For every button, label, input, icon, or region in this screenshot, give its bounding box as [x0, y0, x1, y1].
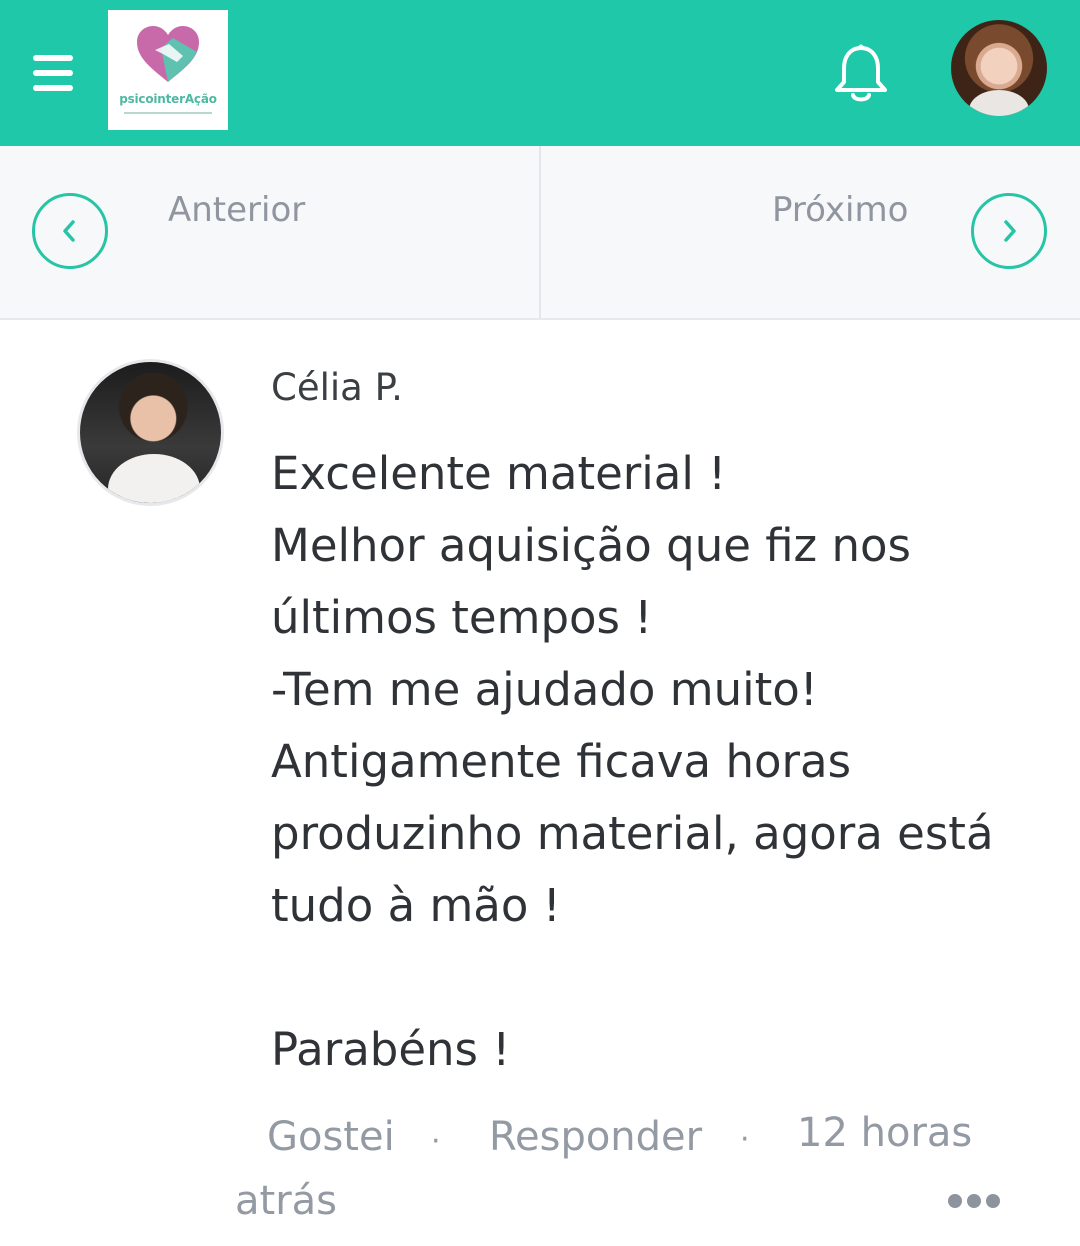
- next-post-link[interactable]: Próximo: [541, 146, 1080, 318]
- hamburger-menu-icon[interactable]: [33, 55, 73, 91]
- comment-author-avatar[interactable]: [77, 359, 224, 506]
- previous-post-link[interactable]: Anterior: [0, 146, 539, 318]
- more-options-icon[interactable]: [948, 1192, 1002, 1212]
- comment-line: Parabéns !: [271, 1023, 511, 1076]
- chevron-left-icon[interactable]: [32, 193, 108, 269]
- logo-tagline-line: [124, 112, 212, 114]
- comment-text: Excelente material ! Melhor aquisição qu…: [271, 438, 1031, 1086]
- next-label: Próximo: [772, 190, 909, 230]
- comment-line: -Tem me ajudado muito!: [271, 663, 818, 716]
- bell-icon[interactable]: [833, 44, 889, 106]
- comment-line: Melhor aquisição que fiz nos: [271, 519, 911, 572]
- separator-dot: ·: [740, 1122, 750, 1157]
- comment-line: Excelente material !: [271, 447, 727, 500]
- comment-line: Antigamente ficava horas: [271, 735, 852, 788]
- heart-handshake-logo-icon: [137, 26, 199, 82]
- comment-timestamp: 12 horas: [797, 1110, 973, 1156]
- logo-text: psicointerAção: [119, 92, 217, 106]
- comment-line: últimos tempos !: [271, 591, 653, 644]
- comment-author-name[interactable]: Célia P.: [271, 366, 403, 409]
- comment-actions: Gostei · Responder · 12 horas atrás: [235, 1110, 1035, 1230]
- reply-button[interactable]: Responder: [489, 1114, 702, 1160]
- comment-line: tudo à mão !: [271, 879, 561, 932]
- top-app-bar: psicointerAção: [0, 0, 1080, 146]
- like-button[interactable]: Gostei: [267, 1114, 395, 1160]
- previous-label: Anterior: [168, 190, 306, 230]
- comment-line: produzinho material, agora está: [271, 807, 994, 860]
- separator-dot: ·: [431, 1124, 441, 1159]
- user-avatar[interactable]: [951, 20, 1047, 116]
- comment-timestamp-cont: atrás: [235, 1178, 337, 1224]
- brand-logo[interactable]: psicointerAção: [108, 10, 228, 130]
- chevron-right-icon[interactable]: [971, 193, 1047, 269]
- post-navigation: Anterior Próximo: [0, 146, 1080, 320]
- comment-blank-line: [271, 942, 1031, 1014]
